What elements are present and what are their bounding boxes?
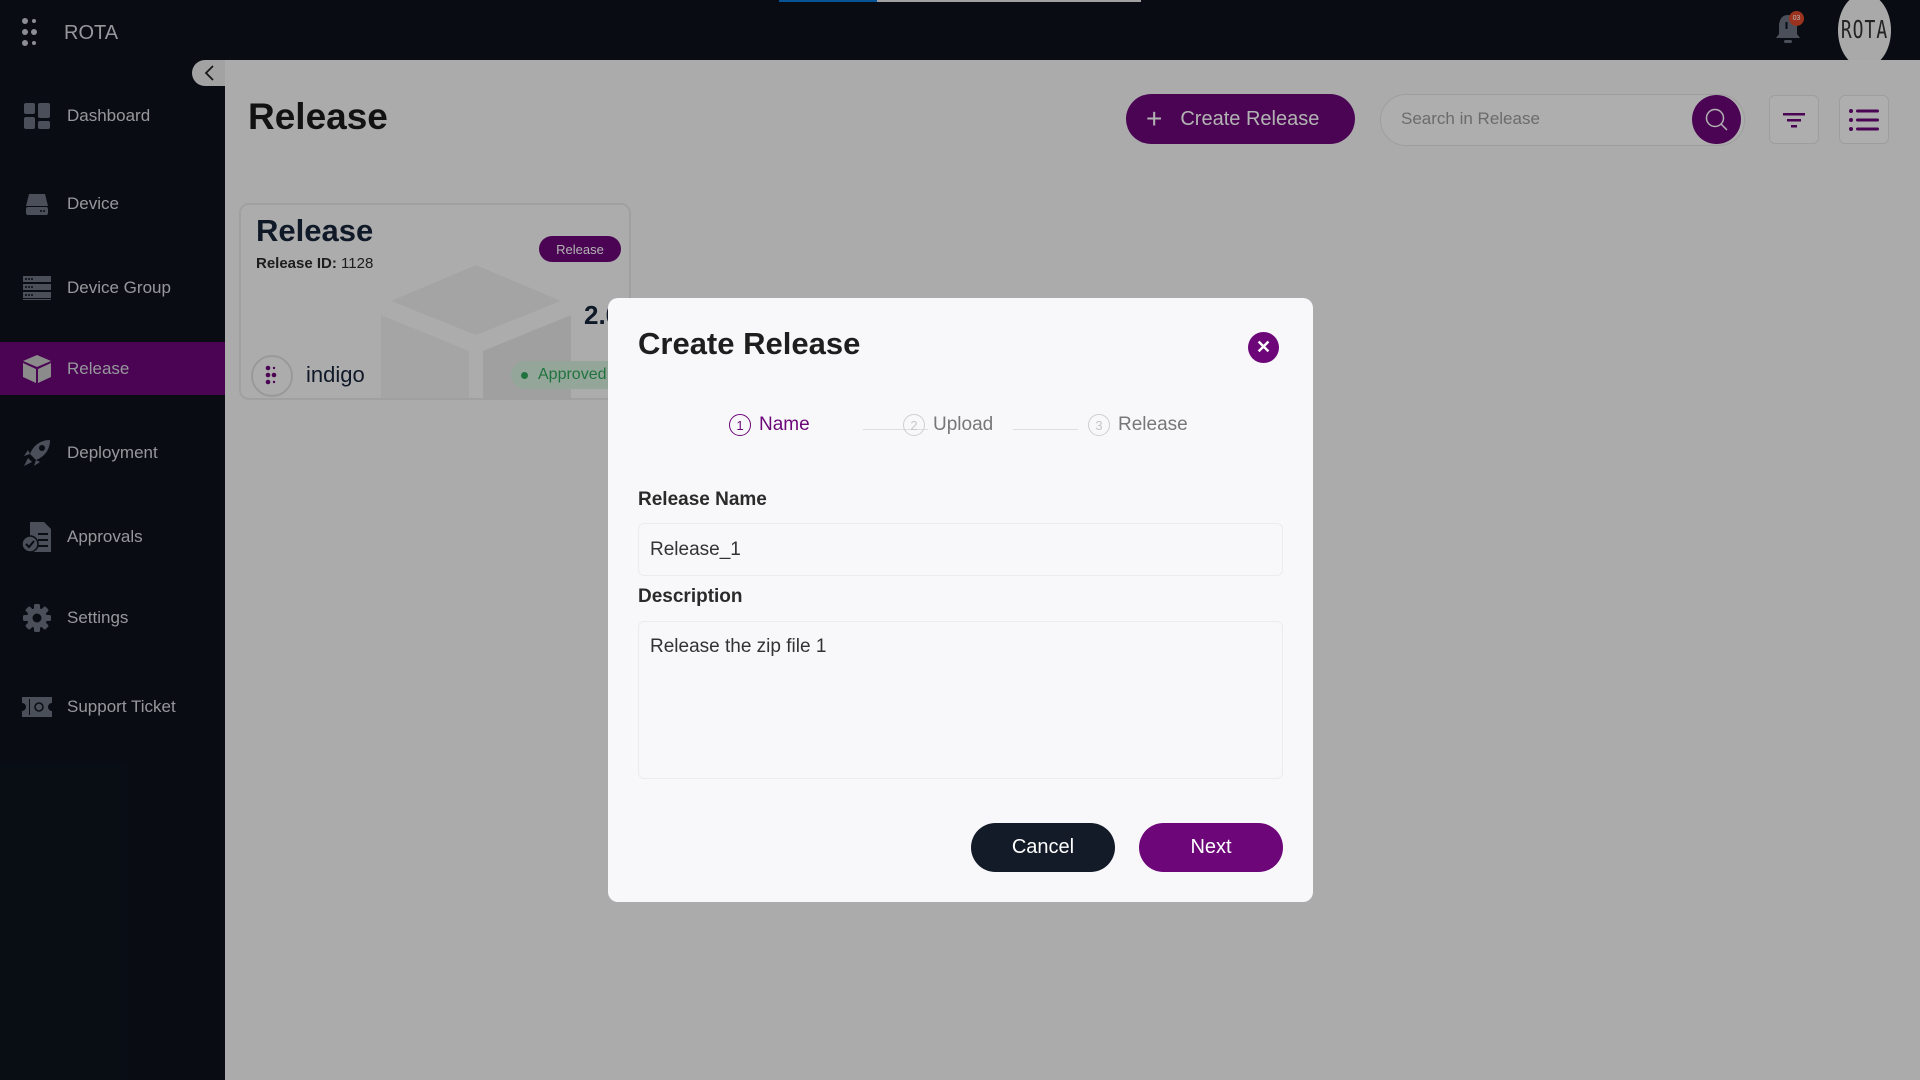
close-button[interactable]: ✕ <box>1248 332 1279 363</box>
step-label: Release <box>1118 414 1188 435</box>
create-release-dialog: Create Release ✕ 1 Name 2 Upload 3 Relea… <box>608 298 1313 902</box>
description-label: Description <box>638 586 743 607</box>
step-number: 3 <box>1088 414 1110 436</box>
step-upload: 2 Upload <box>903 414 993 436</box>
step-connector <box>1013 429 1078 430</box>
release-name-input[interactable] <box>638 523 1283 576</box>
step-label: Name <box>759 414 810 435</box>
stepper: 1 Name 2 Upload 3 Release <box>608 414 1313 444</box>
step-number: 1 <box>729 414 751 436</box>
description-input[interactable]: Release the zip file 1 <box>638 621 1283 779</box>
step-release: 3 Release <box>1088 414 1188 436</box>
next-button[interactable]: Next <box>1139 823 1283 872</box>
step-name: 1 Name <box>729 414 810 436</box>
dialog-title: Create Release <box>638 326 861 361</box>
release-name-label: Release Name <box>638 489 767 510</box>
cancel-button[interactable]: Cancel <box>971 823 1115 872</box>
step-number: 2 <box>903 414 925 436</box>
close-icon: ✕ <box>1255 337 1272 357</box>
step-label: Upload <box>933 414 994 435</box>
